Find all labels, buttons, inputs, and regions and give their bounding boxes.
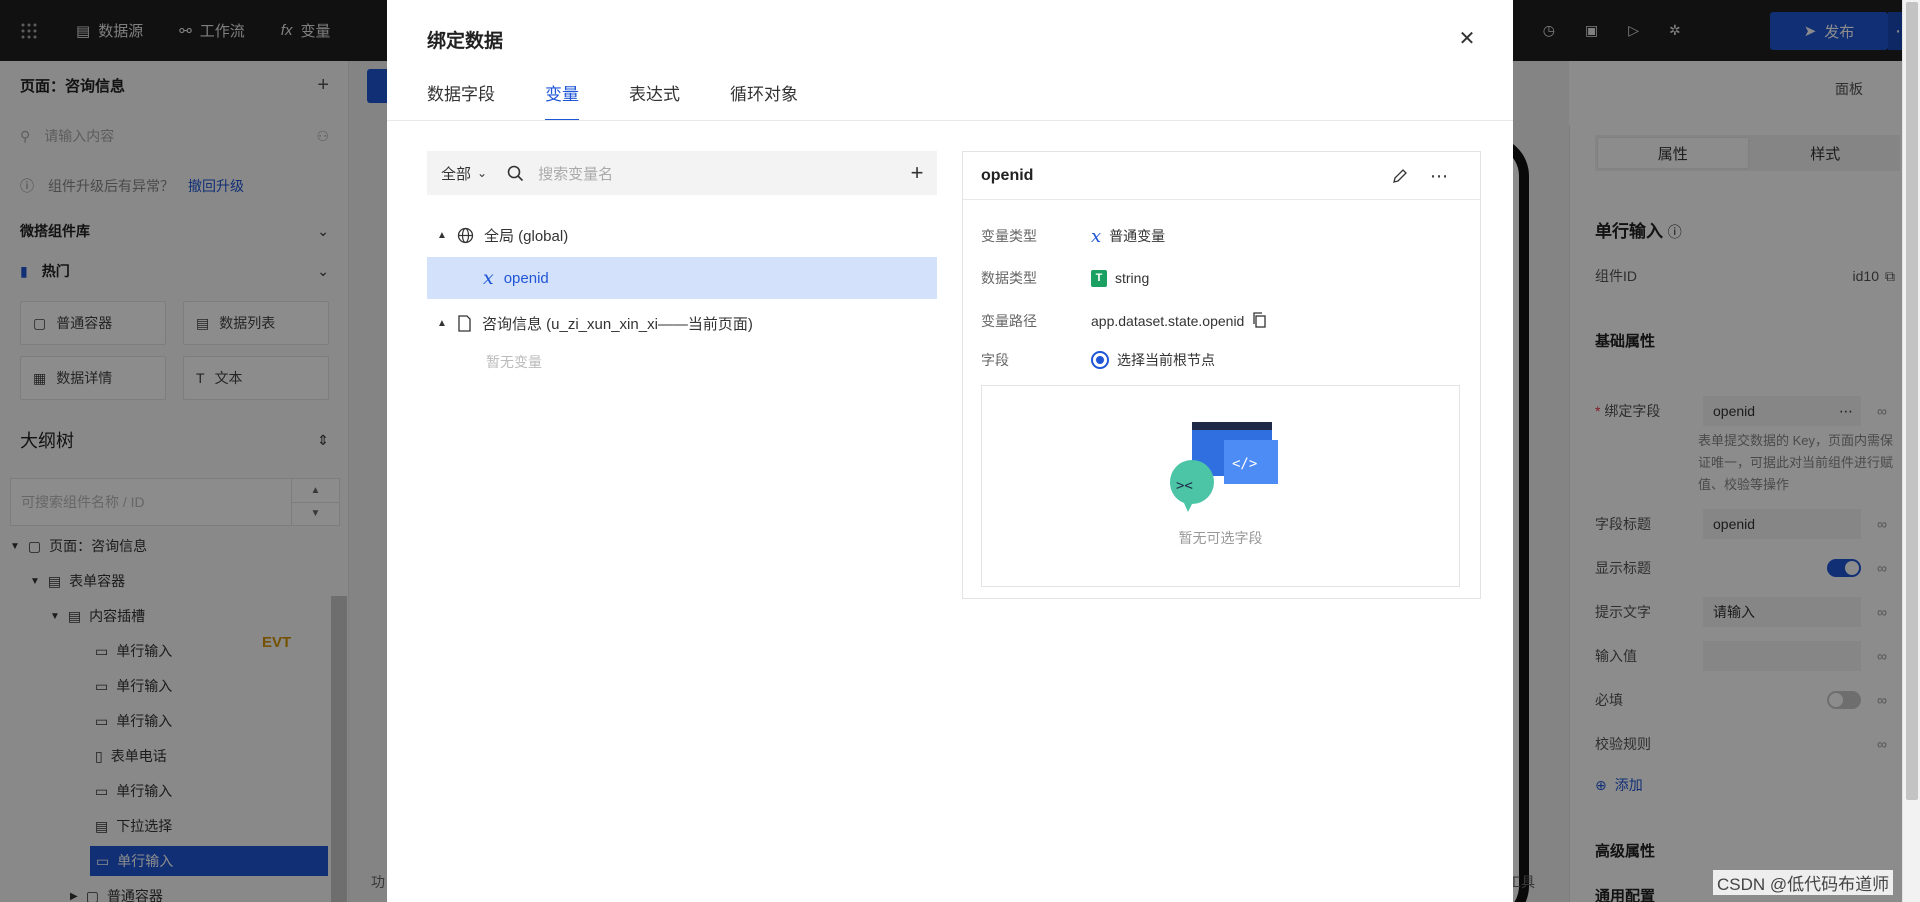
variable-detail-name: openid	[981, 166, 1034, 184]
variable-filter-select[interactable]: 全部 ⌄	[427, 163, 501, 184]
copy-icon[interactable]	[1252, 311, 1267, 331]
variable-x-icon: x	[483, 267, 494, 289]
var-type-row: 变量类型 x 普通变量	[981, 220, 1165, 252]
caret-down-icon[interactable]: ▲	[427, 230, 457, 241]
field-label: 字段	[981, 352, 1009, 368]
var-type-value: 普通变量	[1109, 228, 1166, 244]
tree-node-page[interactable]: ▲ 咨询信息 (u_zi_xun_xin_xi——当前页面)	[427, 302, 937, 344]
tree-node-openid[interactable]: x openid	[427, 257, 937, 299]
empty-code-illustration: </> ><	[1169, 422, 1278, 512]
modal-title: 绑定数据	[427, 31, 504, 52]
search-icon	[507, 165, 524, 181]
globe-icon	[457, 227, 474, 244]
more-icon[interactable]: ⋯	[1427, 164, 1451, 188]
variable-search-placeholder: 搜索变量名	[538, 165, 614, 183]
edit-icon[interactable]	[1388, 164, 1412, 188]
field-selection-box: </> >< 暂无可选字段	[981, 385, 1460, 587]
variable-filter-label: 全部	[441, 165, 472, 183]
var-path-value: app.dataset.state.openid	[1091, 313, 1245, 329]
svg-text:</>: </>	[1232, 456, 1257, 472]
data-type-row: 数据类型 Tstring	[981, 262, 1149, 294]
tab-data-field[interactable]: 数据字段	[427, 80, 495, 121]
variable-search-input[interactable]: 搜索变量名	[501, 163, 897, 184]
var-path-label: 变量路径	[981, 313, 1037, 329]
root-node-option-label: 选择当前根节点	[1117, 352, 1215, 368]
data-type-label: 数据类型	[981, 270, 1037, 286]
var-type-label: 变量类型	[981, 228, 1037, 244]
tab-variable[interactable]: 变量	[545, 80, 579, 121]
tree-node-global[interactable]: ▲ 全局 (global)	[427, 214, 937, 256]
close-icon[interactable]: ✕	[1451, 22, 1483, 54]
field-row: 字段 选择当前根节点	[981, 344, 1215, 376]
tree-node-global-label: 全局 (global)	[484, 227, 569, 245]
watermark: CSDN @低代码布道师	[1713, 870, 1894, 895]
tab-expression[interactable]: 表达式	[629, 80, 680, 121]
var-path-row: 变量路径 app.dataset.state.openid	[981, 305, 1267, 337]
bind-data-modal: 绑定数据 ✕ 数据字段 变量 表达式 循环对象 全部 ⌄ 搜索变量名 + ▲ 全…	[387, 0, 1513, 902]
variable-detail-panel: openid ⋯ 变量类型 x 普通变量 数据类型 Tstring 变量路径 ap…	[962, 151, 1481, 599]
chevron-down-icon: ⌄	[477, 166, 488, 180]
caret-down-icon[interactable]: ▲	[427, 318, 457, 329]
string-type-icon: T	[1091, 269, 1107, 287]
modal-tabs: 数据字段 变量 表达式 循环对象	[427, 80, 798, 121]
page-scrollbar[interactable]	[1902, 0, 1920, 902]
svg-text:><: ><	[1176, 478, 1193, 494]
tabs-divider	[387, 120, 1513, 121]
document-icon	[457, 314, 472, 332]
tab-loop-object[interactable]: 循环对象	[730, 80, 798, 121]
add-variable-button[interactable]: +	[897, 160, 937, 186]
page-scrollbar-thumb[interactable]	[1906, 2, 1918, 800]
variable-x-icon: x	[1091, 225, 1102, 247]
tree-node-openid-label: openid	[503, 269, 549, 287]
variable-search-bar: 全部 ⌄ 搜索变量名 +	[427, 151, 937, 195]
empty-fields-text: 暂无可选字段	[1178, 530, 1263, 546]
radio-checked-icon	[1091, 351, 1109, 369]
data-type-value: string	[1115, 270, 1150, 286]
tree-node-page-label: 咨询信息 (u_zi_xun_xin_xi——当前页面)	[482, 315, 753, 333]
root-node-radio[interactable]: 选择当前根节点	[1091, 350, 1215, 370]
page-empty-variables: 暂无变量	[486, 354, 542, 370]
